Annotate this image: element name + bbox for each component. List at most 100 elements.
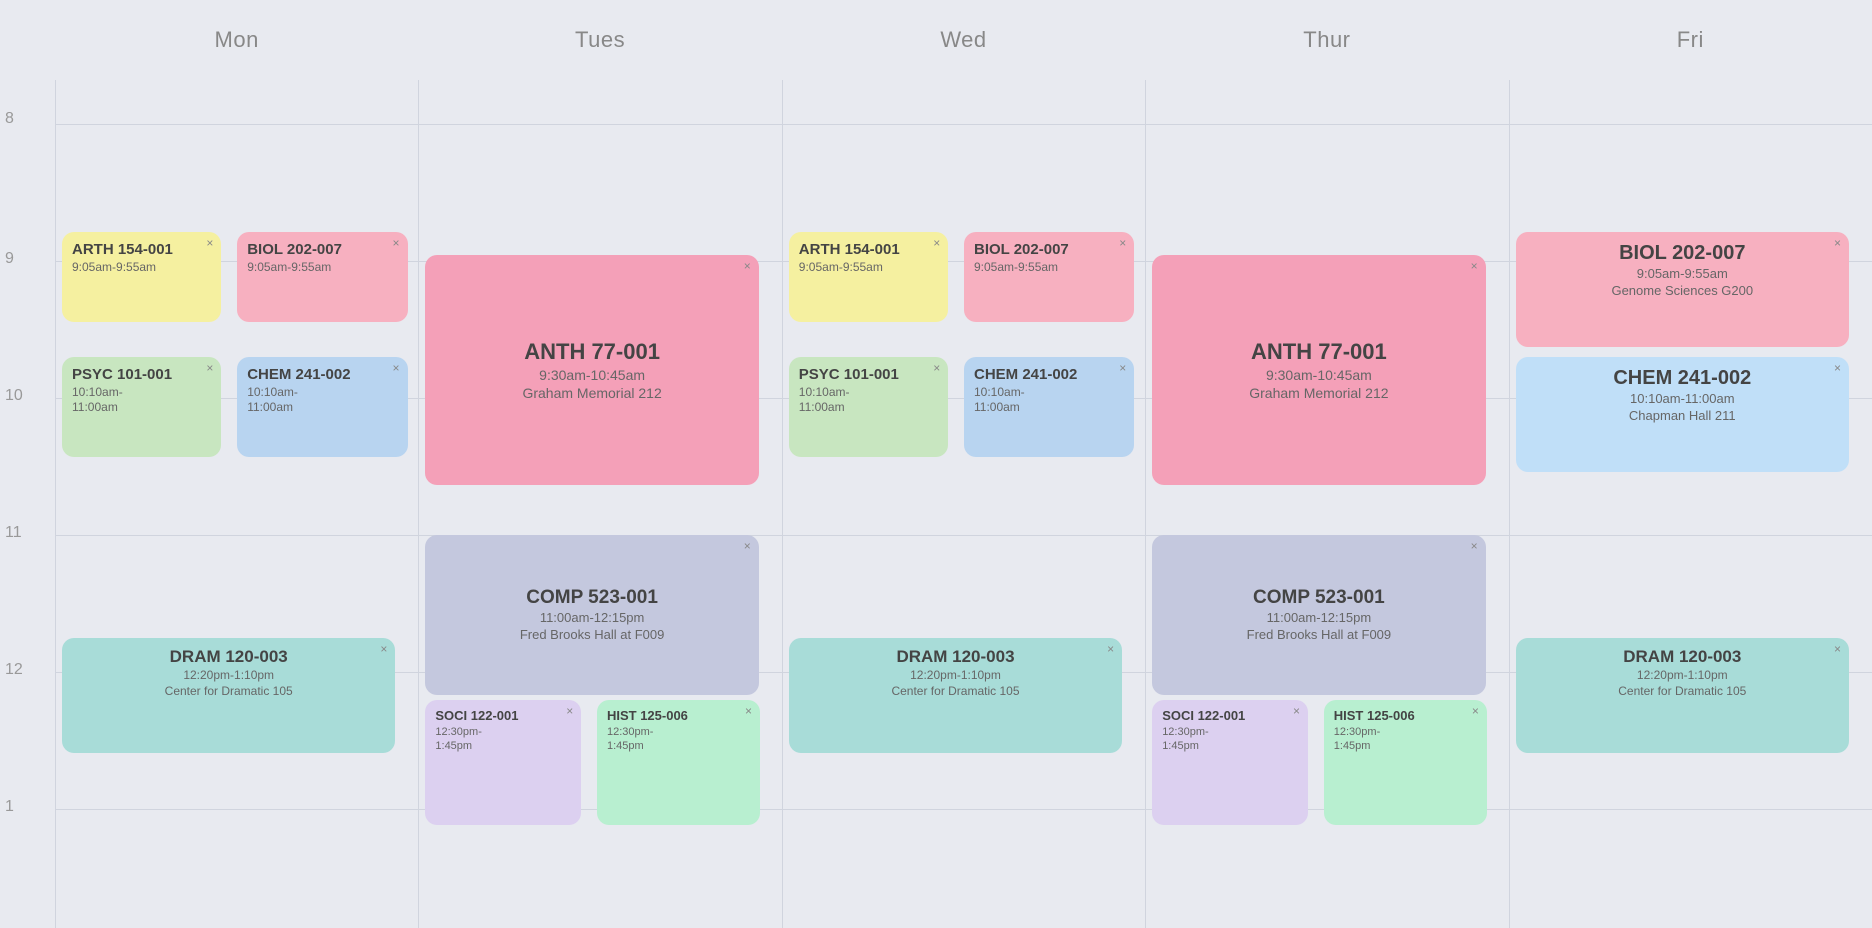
event-dram-fri[interactable]: × DRAM 120-003 12:20pm-1:10pm Center for… [1516,638,1849,753]
calendar-body: 8 9 10 11 12 1 × ARTH 154-001 9:05am-9:5… [0,80,1872,928]
close-chem-mon[interactable]: × [392,362,399,374]
event-hist-tues[interactable]: × HIST 125-006 12:30pm-1:45pm [597,700,760,825]
hist-tues-title: HIST 125-006 [607,708,750,725]
close-psyc-mon[interactable]: × [206,362,213,374]
time-9: 9 [5,250,14,268]
event-arth-wed[interactable]: × ARTH 154-001 9:05am-9:55am [789,232,948,322]
day-column-tues: × ANTH 77-001 9:30am-10:45am Graham Memo… [418,80,781,928]
close-dram-wed[interactable]: × [1107,643,1114,655]
soci-thur-time: 12:30pm-1:45pm [1162,725,1298,754]
comp-tues-location: Fred Brooks Hall at F009 [520,627,665,644]
event-biol-wed[interactable]: × BIOL 202-007 9:05am-9:55am [964,232,1134,322]
biol-fri-time: 9:05am-9:55am [1526,266,1839,283]
close-biol-fri[interactable]: × [1834,237,1841,249]
arth-mon-time: 9:05am-9:55am [72,260,211,276]
event-psyc-wed[interactable]: × PSYC 101-001 10:10am-11:00am [789,357,948,457]
close-dram-fri[interactable]: × [1834,643,1841,655]
anth-thur-time: 9:30am-10:45am [1266,366,1372,384]
comp-tues-title: COMP 523-001 [526,586,658,611]
biol-mon-title: BIOL 202-007 [247,240,397,260]
event-hist-thur[interactable]: × HIST 125-006 12:30pm-1:45pm [1324,700,1487,825]
chem-mon-time: 10:10am-11:00am [247,385,397,416]
biol-wed-time: 9:05am-9:55am [974,260,1124,276]
chem-wed-time: 10:10am-11:00am [974,385,1124,416]
header-wed: Wed [782,27,1145,53]
event-anth-tues[interactable]: × ANTH 77-001 9:30am-10:45am Graham Memo… [425,255,758,485]
close-soci-tues[interactable]: × [566,705,573,717]
dram-fri-time: 12:20pm-1:10pm [1526,668,1839,684]
event-biol-mon[interactable]: × BIOL 202-007 9:05am-9:55am [237,232,407,322]
time-labels: 8 9 10 11 12 1 [0,80,55,928]
close-chem-wed[interactable]: × [1119,362,1126,374]
anth-thur-title: ANTH 77-001 [1251,338,1387,367]
hist-tues-time: 12:30pm-1:45pm [607,725,750,754]
day-column-fri: × BIOL 202-007 9:05am-9:55am Genome Scie… [1509,80,1872,928]
header-tues: Tues [418,27,781,53]
hist-thur-title: HIST 125-006 [1334,708,1477,725]
dram-wed-location: Center for Dramatic 105 [799,684,1112,700]
chem-fri-location: Chapman Hall 211 [1526,408,1839,425]
soci-tues-time: 12:30pm-1:45pm [435,725,571,754]
biol-wed-title: BIOL 202-007 [974,240,1124,260]
event-soci-thur[interactable]: × SOCI 122-001 12:30pm-1:45pm [1152,700,1308,825]
anth-tues-title: ANTH 77-001 [524,338,660,367]
anth-tues-time: 9:30am-10:45am [539,366,645,384]
event-dram-wed[interactable]: × DRAM 120-003 12:20pm-1:10pm Center for… [789,638,1122,753]
close-anth-tues[interactable]: × [744,260,751,272]
chem-mon-title: CHEM 241-002 [247,365,397,385]
day-column-wed: × ARTH 154-001 9:05am-9:55am × BIOL 202-… [782,80,1145,928]
time-11: 11 [5,524,22,542]
soci-tues-title: SOCI 122-001 [435,708,571,725]
close-soci-thur[interactable]: × [1293,705,1300,717]
arth-wed-time: 9:05am-9:55am [799,260,938,276]
anth-tues-location: Graham Memorial 212 [522,384,661,402]
soci-thur-title: SOCI 122-001 [1162,708,1298,725]
anth-thur-location: Graham Memorial 212 [1249,384,1388,402]
dram-mon-title: DRAM 120-003 [72,646,385,668]
time-8: 8 [5,110,14,128]
event-soci-tues[interactable]: × SOCI 122-001 12:30pm-1:45pm [425,700,581,825]
dram-mon-time: 12:20pm-1:10pm [72,668,385,684]
close-biol-wed[interactable]: × [1119,237,1126,249]
header-fri: Fri [1509,27,1872,53]
event-comp-thur[interactable]: × COMP 523-001 11:00am-12:15pm Fred Broo… [1152,535,1485,695]
event-arth-mon[interactable]: × ARTH 154-001 9:05am-9:55am [62,232,221,322]
close-arth-wed[interactable]: × [933,237,940,249]
comp-thur-location: Fred Brooks Hall at F009 [1247,627,1392,644]
close-anth-thur[interactable]: × [1471,260,1478,272]
close-dram-mon[interactable]: × [380,643,387,655]
arth-mon-title: ARTH 154-001 [72,240,211,260]
event-chem-wed[interactable]: × CHEM 241-002 10:10am-11:00am [964,357,1134,457]
biol-fri-location: Genome Sciences G200 [1526,283,1839,300]
close-hist-thur[interactable]: × [1472,705,1479,717]
event-dram-mon[interactable]: × DRAM 120-003 12:20pm-1:10pm Center for… [62,638,395,753]
close-comp-tues[interactable]: × [744,540,751,552]
event-chem-fri[interactable]: × CHEM 241-002 10:10am-11:00am Chapman H… [1516,357,1849,472]
close-comp-thur[interactable]: × [1471,540,1478,552]
hist-thur-time: 12:30pm-1:45pm [1334,725,1477,754]
time-12: 12 [5,661,23,679]
dram-wed-time: 12:20pm-1:10pm [799,668,1112,684]
time-1: 1 [5,798,14,816]
close-biol-mon[interactable]: × [392,237,399,249]
close-arth-mon[interactable]: × [206,237,213,249]
event-comp-tues[interactable]: × COMP 523-001 11:00am-12:15pm Fred Broo… [425,535,758,695]
close-chem-fri[interactable]: × [1834,362,1841,374]
chem-wed-title: CHEM 241-002 [974,365,1124,385]
arth-wed-title: ARTH 154-001 [799,240,938,260]
day-column-thur: × ANTH 77-001 9:30am-10:45am Graham Memo… [1145,80,1508,928]
close-hist-tues[interactable]: × [745,705,752,717]
dram-mon-location: Center for Dramatic 105 [72,684,385,700]
event-biol-fri[interactable]: × BIOL 202-007 9:05am-9:55am Genome Scie… [1516,232,1849,347]
close-psyc-wed[interactable]: × [933,362,940,374]
header-mon: Mon [55,27,418,53]
comp-thur-title: COMP 523-001 [1253,586,1385,611]
dram-fri-title: DRAM 120-003 [1526,646,1839,668]
event-anth-thur[interactable]: × ANTH 77-001 9:30am-10:45am Graham Memo… [1152,255,1485,485]
comp-thur-time: 11:00am-12:15pm [1267,610,1372,627]
psyc-mon-time: 10:10am-11:00am [72,385,211,416]
chem-fri-title: CHEM 241-002 [1526,365,1839,391]
event-psyc-mon[interactable]: × PSYC 101-001 10:10am-11:00am [62,357,221,457]
dram-wed-title: DRAM 120-003 [799,646,1112,668]
event-chem-mon[interactable]: × CHEM 241-002 10:10am-11:00am [237,357,407,457]
